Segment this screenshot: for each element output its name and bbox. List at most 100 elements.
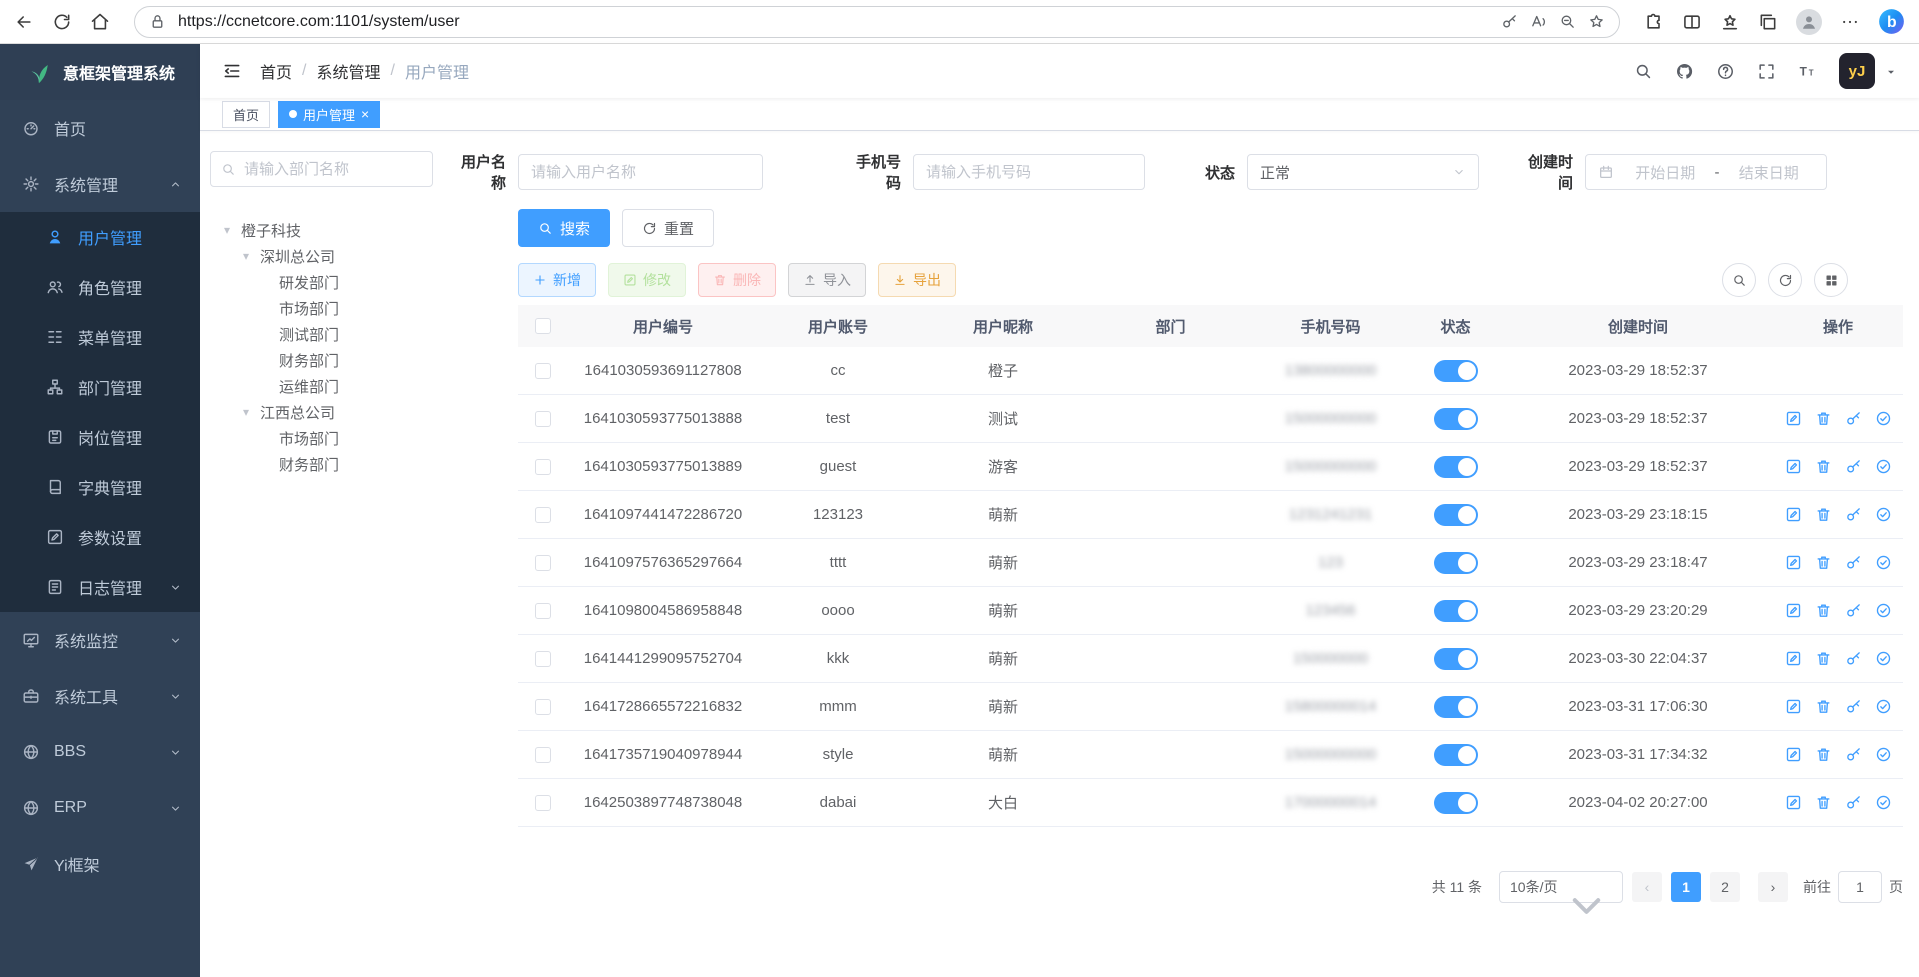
sidebar-item-角色管理[interactable]: 角色管理 — [0, 262, 200, 312]
breadcrumb-item[interactable]: 首页 — [260, 59, 292, 83]
column-settings-button[interactable] — [1814, 263, 1848, 297]
header-search-icon[interactable] — [1634, 62, 1653, 81]
row-checkbox[interactable] — [535, 699, 551, 715]
tree-node-橙子科技[interactable]: ▾橙子科技 — [210, 217, 433, 243]
reset-password-icon[interactable] — [1845, 506, 1862, 523]
page-button-1[interactable]: 1 — [1671, 872, 1701, 902]
tag-首页[interactable]: 首页 — [222, 101, 270, 128]
sidebar-item-日志管理[interactable]: 日志管理 — [0, 562, 200, 612]
edit-op-icon[interactable] — [1785, 650, 1802, 667]
reset-password-icon[interactable] — [1845, 458, 1862, 475]
page-size-select[interactable]: 10条/页 — [1499, 871, 1623, 903]
sidebar-item-部门管理[interactable]: 部门管理 — [0, 362, 200, 412]
assign-role-icon[interactable] — [1875, 698, 1892, 715]
assign-role-icon[interactable] — [1875, 410, 1892, 427]
tree-node-运维部门[interactable]: 运维部门 — [210, 373, 433, 399]
status-toggle[interactable] — [1434, 600, 1478, 622]
row-checkbox[interactable] — [535, 795, 551, 811]
tree-node-深圳总公司[interactable]: ▾深圳总公司 — [210, 243, 433, 269]
search-button[interactable]: 搜索 — [518, 209, 610, 247]
sidebar-item-BBS[interactable]: BBS — [0, 724, 200, 780]
favorite-star-icon[interactable] — [1588, 13, 1605, 30]
row-checkbox[interactable] — [535, 747, 551, 763]
status-toggle[interactable] — [1434, 360, 1478, 382]
reset-password-icon[interactable] — [1845, 410, 1862, 427]
github-icon[interactable] — [1675, 62, 1694, 81]
assign-role-icon[interactable] — [1875, 650, 1892, 667]
font-size-icon[interactable]: TT — [1798, 62, 1817, 81]
status-toggle[interactable] — [1434, 648, 1478, 670]
sidebar-item-首页[interactable]: 首页 — [0, 100, 200, 156]
address-bar[interactable]: https://ccnetcore.com:1101/system/user — [134, 6, 1620, 38]
favorites-icon[interactable] — [1720, 12, 1740, 32]
import-button[interactable]: 导入 — [788, 263, 866, 297]
edit-op-icon[interactable] — [1785, 746, 1802, 763]
bing-sidebar-icon[interactable]: b — [1878, 8, 1905, 35]
assign-role-icon[interactable] — [1875, 506, 1892, 523]
url-text[interactable]: https://ccnetcore.com:1101/system/user — [178, 13, 1489, 31]
export-button[interactable]: 导出 — [878, 263, 956, 297]
row-checkbox[interactable] — [535, 555, 551, 571]
tree-node-市场部门[interactable]: 市场部门 — [210, 295, 433, 321]
tree-expand-caret-icon[interactable]: ▾ — [224, 223, 241, 237]
fold-sidebar-icon[interactable] — [222, 61, 242, 81]
password-key-icon[interactable] — [1501, 13, 1518, 30]
breadcrumb-item[interactable]: 系统管理 — [316, 59, 380, 83]
sidebar-item-字典管理[interactable]: 字典管理 — [0, 462, 200, 512]
read-aloud-icon[interactable] — [1530, 13, 1547, 30]
date-range-picker[interactable]: 开始日期 - 结束日期 — [1585, 154, 1827, 190]
edit-op-icon[interactable] — [1785, 410, 1802, 427]
goto-page-input[interactable] — [1838, 871, 1882, 903]
reset-password-icon[interactable] — [1845, 554, 1862, 571]
row-checkbox[interactable] — [535, 507, 551, 523]
reset-password-icon[interactable] — [1845, 602, 1862, 619]
status-select[interactable]: 正常 — [1247, 154, 1479, 190]
sidebar-item-Yi框架[interactable]: Yi框架 — [0, 836, 200, 892]
tree-node-江西总公司[interactable]: ▾江西总公司 — [210, 399, 433, 425]
sidebar-item-参数设置[interactable]: 参数设置 — [0, 512, 200, 562]
username-field[interactable] — [531, 164, 750, 181]
back-icon[interactable] — [14, 12, 34, 32]
sidebar-item-系统监控[interactable]: 系统监控 — [0, 612, 200, 668]
refresh-table-button[interactable] — [1768, 263, 1802, 297]
next-page-button[interactable]: › — [1758, 872, 1788, 902]
username-input[interactable] — [518, 154, 763, 190]
row-checkbox[interactable] — [535, 363, 551, 379]
reset-password-icon[interactable] — [1845, 650, 1862, 667]
assign-role-icon[interactable] — [1875, 794, 1892, 811]
tree-expand-caret-icon[interactable]: ▾ — [243, 405, 260, 419]
help-icon[interactable] — [1716, 62, 1735, 81]
collections-icon[interactable] — [1758, 12, 1778, 32]
dept-search-field[interactable] — [244, 161, 422, 178]
delete-icon[interactable] — [1815, 746, 1832, 763]
reset-password-icon[interactable] — [1845, 794, 1862, 811]
phone-field[interactable] — [926, 164, 1132, 181]
extensions-icon[interactable] — [1644, 12, 1664, 32]
status-toggle[interactable] — [1434, 456, 1478, 478]
edit-op-icon[interactable] — [1785, 698, 1802, 715]
browser-menu-icon[interactable] — [1840, 12, 1860, 32]
show-search-toggle-button[interactable] — [1722, 263, 1756, 297]
delete-icon[interactable] — [1815, 698, 1832, 715]
edit-op-icon[interactable] — [1785, 602, 1802, 619]
delete-icon[interactable] — [1815, 602, 1832, 619]
fullscreen-icon[interactable] — [1757, 62, 1776, 81]
assign-role-icon[interactable] — [1875, 602, 1892, 619]
select-all-checkbox[interactable] — [535, 318, 551, 334]
row-checkbox[interactable] — [535, 459, 551, 475]
delete-button[interactable]: 删除 — [698, 263, 776, 297]
tree-node-测试部门[interactable]: 测试部门 — [210, 321, 433, 347]
browser-profile-avatar[interactable] — [1796, 9, 1822, 35]
close-tag-icon[interactable]: × — [361, 107, 369, 121]
reload-icon[interactable] — [52, 12, 72, 32]
home-icon[interactable] — [90, 12, 110, 32]
sidebar-item-用户管理[interactable]: 用户管理 — [0, 212, 200, 262]
status-toggle[interactable] — [1434, 504, 1478, 526]
sidebar-item-系统工具[interactable]: 系统工具 — [0, 668, 200, 724]
edit-op-icon[interactable] — [1785, 794, 1802, 811]
delete-icon[interactable] — [1815, 794, 1832, 811]
delete-icon[interactable] — [1815, 650, 1832, 667]
assign-role-icon[interactable] — [1875, 746, 1892, 763]
reset-button[interactable]: 重置 — [622, 209, 714, 247]
row-checkbox[interactable] — [535, 411, 551, 427]
